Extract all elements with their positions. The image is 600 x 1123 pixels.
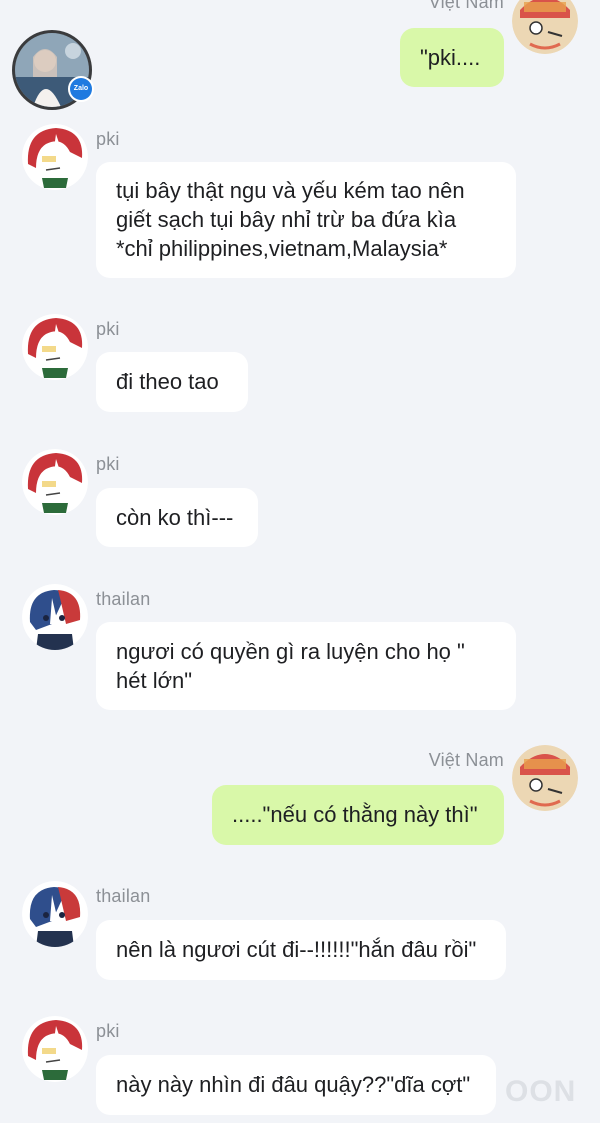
message-bubble[interactable]: ngươi có quyền gì ra luyện cho họ " hét … [96,622,516,710]
watermark: OON [505,1075,577,1108]
zalo-badge-label: Zalo [70,78,92,100]
sender-name: pki [96,454,120,474]
sender-name: thailan [96,589,151,609]
pki-avatar[interactable] [22,314,88,380]
vietnam-avatar[interactable] [512,745,578,811]
message-bubble[interactable]: ....."nếu có thằng này thì" [212,785,504,845]
sender-name: thailan [96,886,151,906]
chat-conversation: Việt Nam "pki.... Zalo pki tụi bây thật … [0,0,600,1123]
vietnam-avatar[interactable] [512,0,578,54]
sender-name: pki [96,129,120,149]
thailan-avatar[interactable] [22,881,88,947]
message-bubble[interactable]: đi theo tao [96,352,248,412]
thailan-avatar[interactable] [22,584,88,650]
sender-name: Việt Nam [428,0,504,12]
message-bubble[interactable]: tụi bây thật ngu và yếu kém tao nên giết… [96,162,516,278]
sender-name: pki [96,1021,120,1041]
pki-avatar[interactable] [22,449,88,515]
sender-name: pki [96,319,120,339]
pki-avatar[interactable] [22,1016,88,1082]
contact-avatar[interactable]: Zalo [12,30,94,110]
message-bubble[interactable]: này này nhìn đi đâu quậy??"dĩa cợt" [96,1055,496,1115]
message-bubble[interactable]: "pki.... [400,28,504,87]
message-bubble[interactable]: nên là ngươi cút đi--!!!!!!"hắn đâu rồi" [96,920,506,980]
message-bubble[interactable]: còn ko thì--- [96,488,258,547]
pki-avatar[interactable] [22,124,88,190]
zalo-badge: Zalo [68,76,94,102]
sender-name: Việt Nam [428,750,504,770]
